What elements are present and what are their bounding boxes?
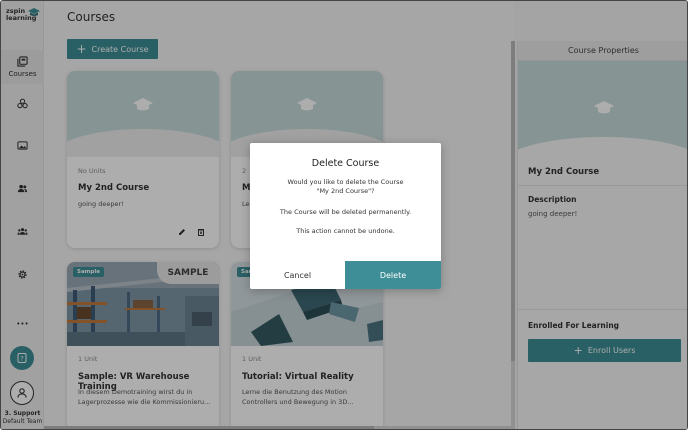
dialog-message-line3: The Course will be deleted permanently. xyxy=(279,208,412,216)
dialog-title: Delete Course xyxy=(311,158,380,169)
delete-button[interactable]: Delete xyxy=(345,261,441,289)
delete-course-dialog: Delete Course Would you like to delete t… xyxy=(250,143,441,289)
dialog-message-line2: "My 2nd Course"? xyxy=(316,187,375,195)
dialog-message-line1: Would you like to delete the Course xyxy=(287,178,404,186)
cancel-button[interactable]: Cancel xyxy=(250,261,345,289)
app-window: zspin learning Courses ••• ? 3. Support … xyxy=(0,0,688,430)
dialog-message-line4: This action cannot be undone. xyxy=(296,227,395,235)
